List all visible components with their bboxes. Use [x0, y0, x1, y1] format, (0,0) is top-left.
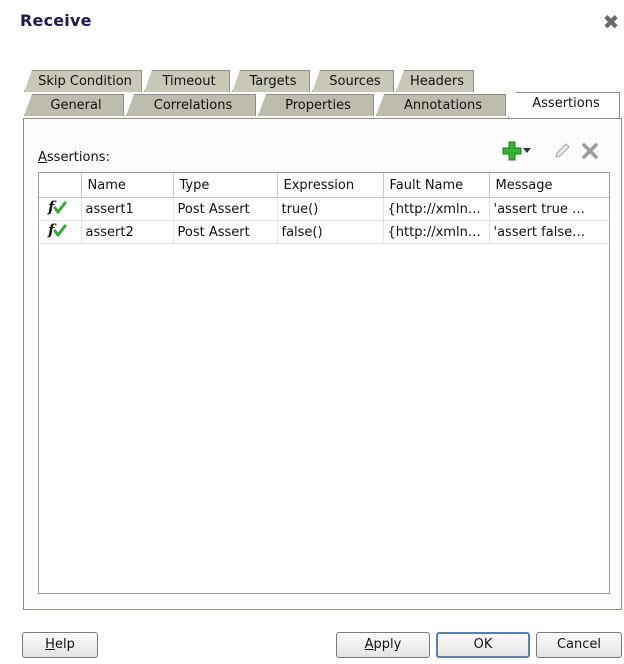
tab-timeout[interactable]: Timeout [144, 70, 230, 92]
column-header-expression[interactable]: Expression [277, 173, 384, 198]
cell-fault-name: {http://xmln… [383, 220, 490, 244]
apply-button[interactable]: Apply [336, 632, 430, 658]
tab-correlations[interactable]: Correlations [126, 94, 256, 116]
column-header-fault-name[interactable]: Fault Name [383, 173, 490, 198]
cell-expression: false() [277, 220, 384, 244]
close-icon[interactable]: ✖ [600, 12, 622, 34]
tab-sources[interactable]: Sources [312, 70, 394, 92]
delete-x-icon[interactable] [578, 140, 602, 162]
table-header-row: Name Type Expression Fault Name Message [39, 173, 609, 198]
cell-fault-name: {http://xmln… [383, 197, 490, 221]
tab-properties[interactable]: Properties [258, 94, 374, 116]
help-button[interactable]: Help [22, 632, 98, 658]
table-row[interactable]: f assert1 Post Assert true() {http://xml… [39, 197, 609, 221]
column-header-name[interactable]: Name [81, 173, 174, 198]
dialog-title: Receive [20, 11, 92, 30]
cancel-button[interactable]: Cancel [536, 632, 622, 658]
edit-pencil-icon[interactable] [550, 140, 574, 162]
dropdown-arrow-icon[interactable] [520, 140, 534, 162]
assertions-label: Assertions: [38, 150, 110, 165]
column-header-message[interactable]: Message [489, 173, 609, 198]
function-check-icon: f [47, 198, 69, 220]
cell-message: 'assert false… [489, 220, 609, 244]
table-row[interactable]: f assert2 Post Assert false() {http://xm… [39, 220, 609, 244]
column-header-type[interactable]: Type [173, 173, 278, 198]
tab-annotations[interactable]: Annotations [376, 94, 506, 116]
cell-expression: true() [277, 197, 384, 221]
assertions-table: Name Type Expression Fault Name Message … [38, 172, 610, 594]
tab-assertions[interactable]: Assertions [508, 92, 620, 118]
cell-name: assert1 [81, 197, 174, 221]
ok-button[interactable]: OK [436, 632, 530, 658]
column-header-icon[interactable] [39, 173, 82, 198]
function-check-icon: f [47, 221, 69, 243]
receive-dialog: Receive ✖ Skip Condition Timeout Targets… [0, 0, 624, 664]
tab-targets[interactable]: Targets [232, 70, 310, 92]
cell-name: assert2 [81, 220, 174, 244]
cell-message: 'assert true … [489, 197, 609, 221]
cell-type: Post Assert [173, 220, 278, 244]
cell-type: Post Assert [173, 197, 278, 221]
tab-general[interactable]: General [24, 94, 124, 116]
tab-headers[interactable]: Headers [396, 70, 474, 92]
tab-skip-condition[interactable]: Skip Condition [24, 70, 142, 92]
